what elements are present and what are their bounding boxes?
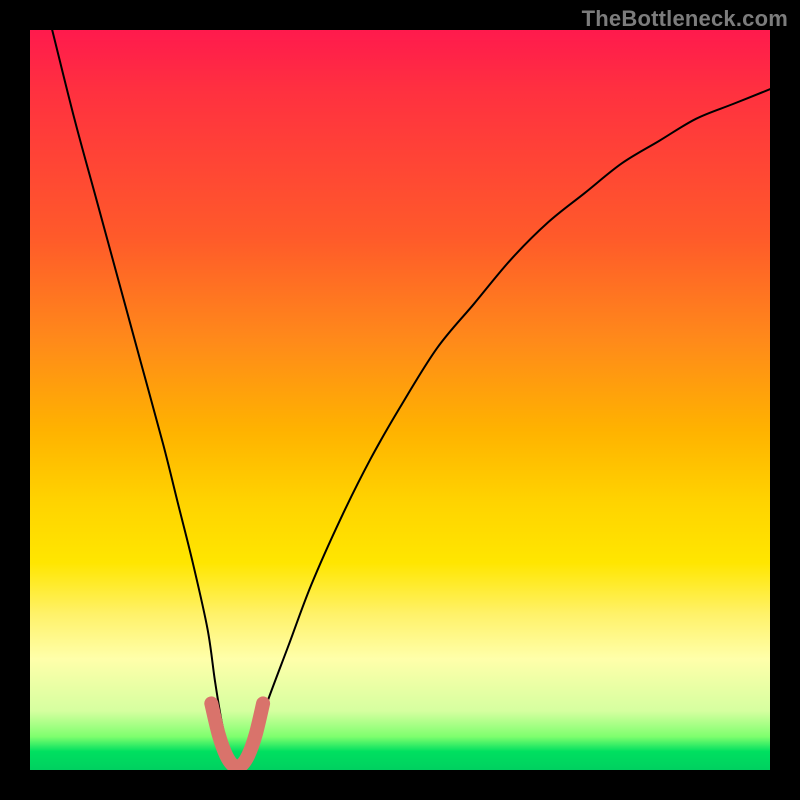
optimal-highlight	[211, 703, 263, 766]
chart-frame: TheBottleneck.com	[0, 0, 800, 800]
watermark-text: TheBottleneck.com	[582, 6, 788, 32]
bottleneck-curve	[30, 30, 770, 770]
chart-plot-area	[30, 30, 770, 770]
chart-svg	[30, 30, 770, 770]
